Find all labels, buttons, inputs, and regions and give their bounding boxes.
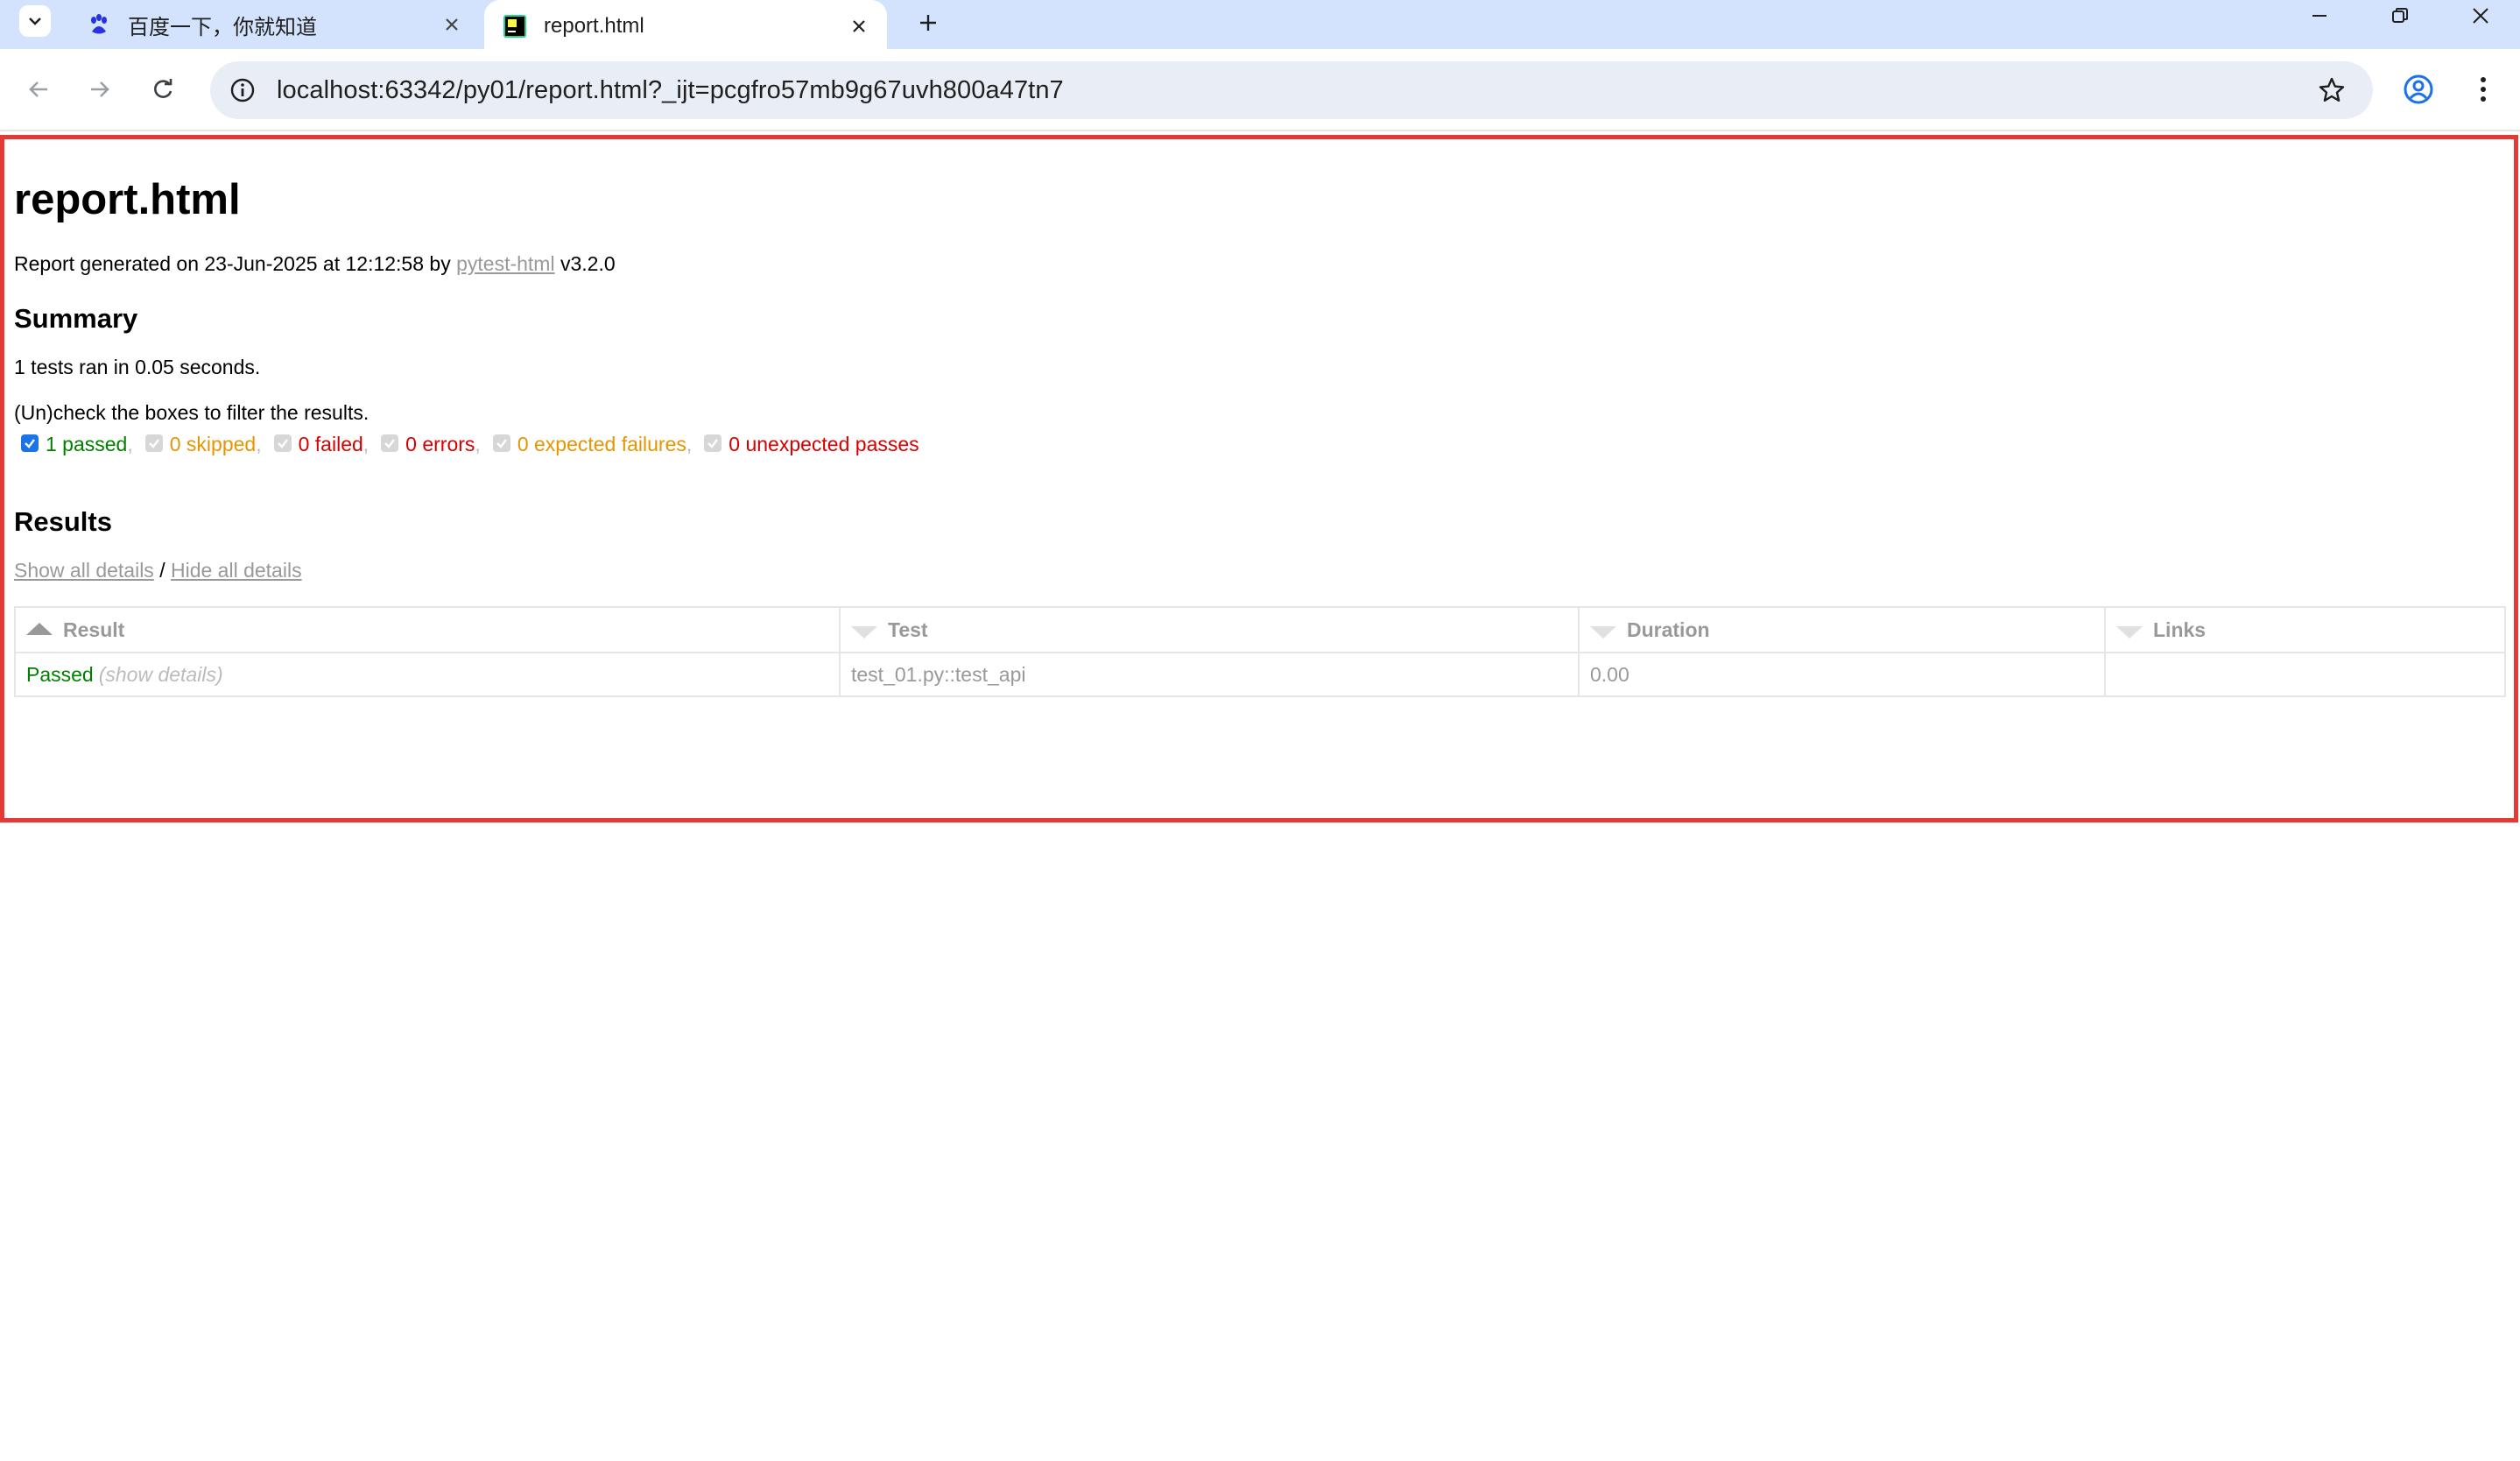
tab-title: 百度一下，你就知道 [128,15,317,39]
sort-descending-icon [2116,626,2143,639]
checkbox-unexpected-passes[interactable] [704,434,722,452]
checkbox-passed[interactable] [21,434,39,452]
arrow-left-icon [29,81,47,97]
filter-errors[interactable]: 0 errors, [381,433,481,456]
sort-ascending-icon [26,623,53,636]
close-icon[interactable] [436,9,468,40]
result-cell: Passed (show details) [14,652,841,697]
pycharm-icon [502,13,528,39]
back-button[interactable] [18,68,60,110]
checkbox-expected-failures[interactable] [492,434,510,452]
filter-label-failed: 0 failed [298,433,363,455]
new-tab-button[interactable] [911,5,946,40]
filter-unexpected-passes[interactable]: 0 unexpected passes [704,433,919,456]
url-text: localhost:63342/py01/report.html?_ijt=pc… [277,75,1064,104]
restore-button[interactable] [2369,0,2431,32]
summary-heading: Summary [14,303,138,334]
reload-icon [154,79,172,98]
show-all-details-link[interactable]: Show all details [14,559,154,582]
forward-button[interactable] [79,68,121,110]
filter-checkboxes: 1 passed, 0 skipped, 0 failed, 0 errors, [21,433,932,456]
menu-button[interactable] [2462,68,2504,110]
links-cell [2104,652,2506,697]
page-viewport: report.html Report generated on 23-Jun-2… [0,133,2520,1461]
page-title: report.html [14,176,241,223]
sort-descending-icon [1590,626,1616,639]
sort-descending-icon [851,626,877,639]
filter-label-unexpected-passes: 0 unexpected passes [729,433,919,455]
column-header-test[interactable]: Test [839,606,1580,653]
highlight-frame [0,135,2518,822]
filter-label-expected-failures: 0 expected failures [517,433,686,455]
close-icon [2473,8,2488,24]
filter-skipped[interactable]: 0 skipped, [144,433,262,456]
results-header-row: Result Test Duration Links [14,606,2506,653]
tab-search-button[interactable] [19,5,51,37]
column-label: Test [888,618,928,641]
bookmark-star-icon[interactable] [2315,74,2348,107]
checkbox-failed[interactable] [273,434,292,452]
tab-strip: 百度一下，你就知道 report.html [0,0,2520,53]
column-label: Result [63,618,125,641]
plus-icon [920,15,936,31]
hide-all-details-link[interactable]: Hide all details [171,559,302,582]
filter-label-errors: 0 errors [405,433,475,455]
duration-cell: 0.00 [1578,652,2106,697]
minimize-button[interactable] [2289,0,2350,32]
close-window-button[interactable] [2450,0,2511,32]
more-vert-icon [2481,77,2486,102]
site-info-icon[interactable] [226,74,259,107]
profile-icon [2404,74,2433,104]
generated-suffix: v3.2.0 [554,252,616,275]
toolbar-divider [0,130,2520,131]
filter-failed[interactable]: 0 failed, [273,433,369,456]
generated-info: Report generated on 23-Jun-2025 at 12:12… [14,252,616,276]
filter-label-skipped: 0 skipped [169,433,257,455]
pytest-html-link[interactable]: pytest-html [456,252,554,275]
show-details-toggle[interactable]: (show details) [99,663,223,686]
profile-button[interactable] [2397,68,2439,110]
filter-hint: (Un)check the boxes to filter the result… [14,401,370,424]
browser-toolbar: localhost:63342/py01/report.html?_ijt=pc… [0,49,2520,130]
filter-expected-failures[interactable]: 0 expected failures, [492,433,692,456]
filter-label-passed: 1 passed [46,433,128,455]
baidu-paw-icon [86,11,112,38]
table-row[interactable]: Passed (show details) test_01.py::test_ap… [14,652,2506,697]
checkbox-skipped[interactable] [144,434,163,452]
column-label: Duration [1627,618,1710,641]
restore-icon [2392,8,2408,23]
tab-baidu[interactable]: 百度一下，你就知道 [68,0,480,49]
column-header-duration[interactable]: Duration [1578,606,2106,653]
minimize-icon [2312,15,2326,17]
arrow-right-icon [91,81,109,97]
results-heading: Results [14,506,112,537]
column-header-links[interactable]: Links [2104,606,2506,653]
details-separator: / [153,559,171,582]
generated-prefix: Report generated on 23-Jun-2025 at 12:12… [14,252,457,275]
column-label: Links [2153,618,2207,641]
result-status: Passed [26,662,94,686]
tests-ran-text: 1 tests ran in 0.05 seconds. [14,356,261,378]
tab-title: report.html [544,14,644,38]
test-cell: test_01.py::test_api [839,652,1580,697]
chevron-down-icon [29,18,41,25]
results-table: Result Test Duration Links Passed (show … [14,606,2506,697]
tab-report[interactable]: report.html [484,0,887,53]
filter-passed[interactable]: 1 passed, [21,433,133,456]
column-header-result[interactable]: Result [14,606,841,653]
address-bar[interactable]: localhost:63342/py01/report.html?_ijt=pc… [210,61,2373,119]
close-icon[interactable] [843,11,875,42]
reload-button[interactable] [142,68,184,110]
checkbox-errors[interactable] [381,434,399,452]
details-toggle: Show all details / Hide all details [14,559,302,582]
